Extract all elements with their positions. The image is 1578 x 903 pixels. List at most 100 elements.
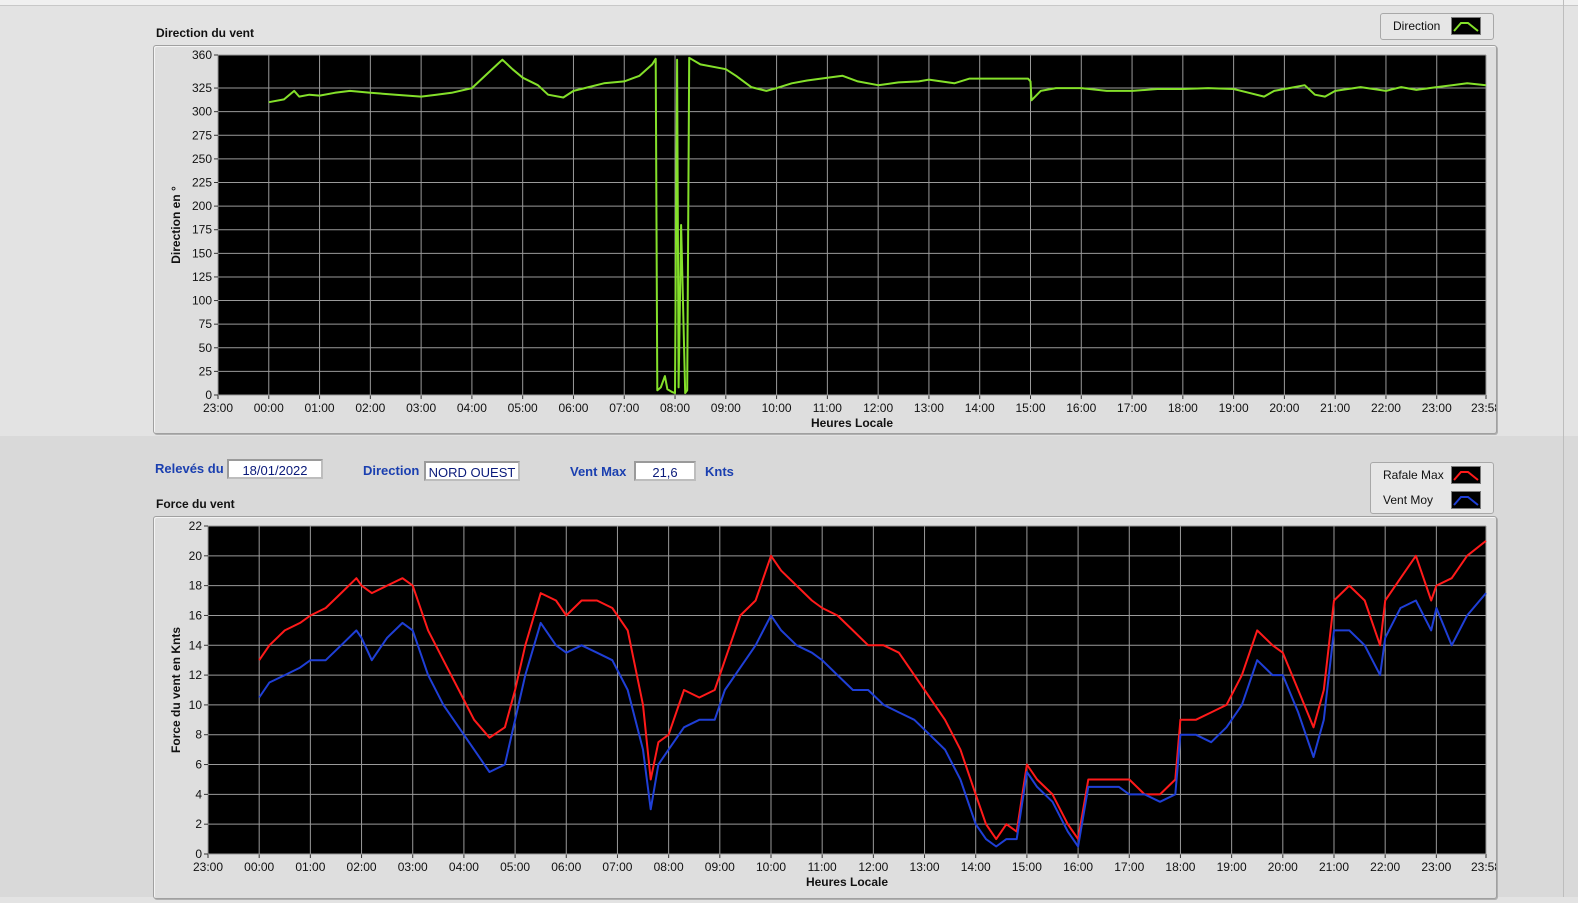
force-xtick-label: 20:00 — [1268, 860, 1298, 874]
direction-ytick-label: 75 — [199, 317, 213, 331]
force-ytick-label: 0 — [195, 847, 202, 861]
gust-swatch-icon — [1451, 466, 1481, 484]
force-xtick-label: 06:00 — [551, 860, 581, 874]
force-xtick-label: 18:00 — [1165, 860, 1195, 874]
direction-xtick-label: 11:00 — [813, 401, 842, 415]
direction-ytick-label: 200 — [192, 199, 212, 213]
direction-xtick-label: 01:00 — [305, 401, 335, 415]
force-xtick-label: 23:00 — [1421, 860, 1451, 874]
direction-xtick-label: 08:00 — [660, 401, 690, 415]
force-xtick-label: 05:00 — [500, 860, 530, 874]
direction-ytick-label: 300 — [192, 105, 212, 119]
direction-ytick-label: 325 — [192, 81, 212, 95]
vmax-unit: Knts — [705, 464, 734, 479]
direction-chart: 23:00 00:00 01:00 02:00 03:00 04:00 05:00 06:00… — [169, 48, 1501, 430]
force-ytick-label: 6 — [195, 758, 202, 772]
force-xtick-label: 07:00 — [602, 860, 632, 874]
direction-xtick-label: 02:00 — [355, 401, 385, 415]
force-xtick-label: 10:00 — [756, 860, 786, 874]
force-ytick-label: 16 — [189, 608, 203, 622]
direction-swatch-icon — [1451, 17, 1481, 35]
direction-xtick-label: 23:58 — [1471, 401, 1496, 415]
legend-item-direction[interactable]: Direction — [1381, 14, 1493, 38]
direction-chart-panel: 23:00 00:00 01:00 02:00 03:00 04:00 05:00 06:00… — [153, 45, 1501, 434]
force-xtick-label: 11:00 — [808, 860, 837, 874]
direction-y-axis-label: Direction en ° — [169, 186, 183, 264]
direction-xtick-label: 22:00 — [1371, 401, 1401, 415]
force-chart: 23:00 00:00 01:00 02:00 03:00 04:00 05:00 06:00… — [169, 519, 1501, 889]
window-top-strip — [0, 0, 1578, 6]
direction-label: Direction — [363, 463, 420, 478]
readings-label: Relevés du — [155, 461, 224, 476]
direction-xtick-label: 03:00 — [406, 401, 436, 415]
direction-xtick-label: 20:00 — [1269, 401, 1299, 415]
direction-xtick-label: 00:00 — [254, 401, 284, 415]
direction-ytick-label: 100 — [192, 294, 212, 308]
direction-ytick-label: 50 — [199, 341, 213, 355]
window-right-edge — [1563, 0, 1564, 897]
direction-ytick-label: 150 — [192, 246, 212, 260]
direction-xtick-label: 21:00 — [1320, 401, 1350, 415]
force-xtick-label: 17:00 — [1114, 860, 1144, 874]
direction-xtick-label: 05:00 — [508, 401, 538, 415]
direction-chart-title: Direction du vent — [156, 26, 255, 40]
force-xtick-label: 03:00 — [398, 860, 428, 874]
direction-xtick-label: 16:00 — [1066, 401, 1096, 415]
force-y-axis-label: Force du vent en Knts — [169, 627, 183, 753]
force-ytick-label: 22 — [189, 519, 203, 533]
force-xtick-label: 04:00 — [449, 860, 479, 874]
direction-xtick-label: 04:00 — [457, 401, 487, 415]
direction-xtick-label: 23:00 — [203, 401, 233, 415]
force-xtick-label: 21:00 — [1319, 860, 1349, 874]
force-xtick-label: 22:00 — [1370, 860, 1400, 874]
force-ytick-label: 10 — [189, 698, 203, 712]
vmax-field[interactable]: 21,6 — [634, 461, 696, 481]
direction-field[interactable]: NORD OUEST — [424, 461, 520, 481]
force-xtick-label: 12:00 — [858, 860, 888, 874]
force-chart-title: Force du vent — [156, 497, 235, 511]
force-xtick-label: 01:00 — [295, 860, 325, 874]
force-ytick-label: 4 — [195, 787, 202, 801]
direction-ytick-label: 175 — [192, 223, 212, 237]
force-xtick-label: 02:00 — [347, 860, 377, 874]
direction-legend[interactable]: Direction — [1380, 13, 1494, 40]
direction-ytick-label: 360 — [192, 48, 212, 62]
direction-xtick-label: 17:00 — [1117, 401, 1147, 415]
legend-item-gust[interactable]: Rafale Max — [1371, 463, 1493, 487]
force-chart-panel: 23:00 00:00 01:00 02:00 03:00 04:00 05:00 06:00… — [153, 516, 1501, 899]
force-xtick-label: 16:00 — [1063, 860, 1093, 874]
direction-ytick-label: 25 — [199, 364, 213, 378]
direction-ytick-label: 250 — [192, 152, 212, 166]
force-xtick-label: 14:00 — [961, 860, 991, 874]
direction-plot-area — [218, 55, 1486, 395]
direction-ytick-label: 275 — [192, 128, 212, 142]
force-ytick-label: 20 — [189, 549, 203, 563]
direction-xtick-label: 13:00 — [914, 401, 944, 415]
force-xtick-label: 15:00 — [1012, 860, 1042, 874]
direction-xtick-label: 14:00 — [965, 401, 995, 415]
direction-ytick-label: 125 — [192, 270, 212, 284]
force-ytick-label: 12 — [189, 668, 203, 682]
direction-xtick-label: 23:00 — [1422, 401, 1452, 415]
force-x-axis-label: Heures Locale — [806, 875, 888, 889]
force-ytick-label: 18 — [189, 579, 203, 593]
force-ytick-label: 8 — [195, 728, 202, 742]
direction-x-axis-label: Heures Locale — [811, 416, 893, 430]
direction-xtick-label: 12:00 — [863, 401, 893, 415]
vmax-label: Vent Max — [570, 464, 627, 479]
mean-swatch-icon — [1451, 491, 1481, 509]
legend-label-mean: Vent Moy — [1383, 493, 1434, 507]
force-xtick-label: 23:00 — [193, 860, 223, 874]
direction-ytick-label: 225 — [192, 176, 212, 190]
date-field[interactable]: 18/01/2022 — [227, 459, 323, 479]
force-ytick-label: 2 — [195, 817, 202, 831]
force-xtick-label: 09:00 — [705, 860, 735, 874]
legend-item-mean[interactable]: Vent Moy — [1371, 488, 1493, 512]
direction-xtick-label: 10:00 — [762, 401, 792, 415]
direction-xtick-label: 07:00 — [609, 401, 639, 415]
force-xtick-label: 19:00 — [1217, 860, 1247, 874]
force-xtick-label: 23:58 — [1471, 860, 1496, 874]
force-legend[interactable]: Rafale Max Vent Moy — [1370, 462, 1494, 514]
force-ytick-label: 14 — [189, 638, 203, 652]
force-xtick-label: 00:00 — [244, 860, 274, 874]
